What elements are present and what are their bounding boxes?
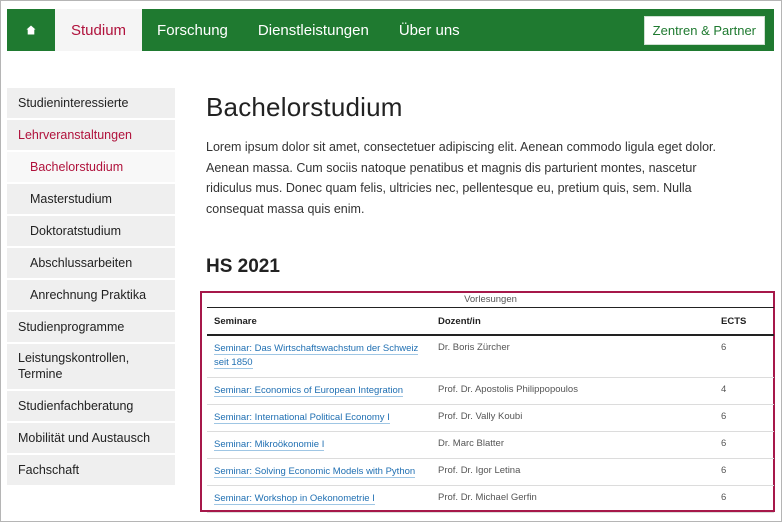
- lecturer-cell: Dr. Boris Zürcher: [431, 334, 714, 378]
- sidebar-item-studieninteressierte[interactable]: Studieninteressierte: [7, 88, 175, 118]
- top-navigation: Studium Forschung Dienstleistungen Über …: [7, 9, 774, 51]
- sidebar-item-fachschaft[interactable]: Fachschaft: [7, 455, 175, 485]
- course-cell: Seminar: Workshop in Oekonometrie I: [207, 485, 431, 513]
- nav-item-ueber-uns[interactable]: Über uns: [384, 9, 475, 51]
- ects-cell: 6: [714, 458, 774, 486]
- table-caption: Vorlesungen: [464, 294, 517, 305]
- table-row: Seminar: International Political Economy…: [207, 404, 774, 432]
- table-row: Seminar: Workshop in Oekonometrie I Prof…: [207, 485, 774, 513]
- course-link[interactable]: Seminar: International Political Economy…: [214, 412, 390, 424]
- nav-item-forschung[interactable]: Forschung: [142, 9, 243, 51]
- sidebar-item-studienprogramme[interactable]: Studienprogramme: [7, 312, 175, 342]
- ects-cell: 6: [714, 485, 774, 513]
- sidebar-item-leistungskontrollen[interactable]: Leistungskontrollen, Termine: [7, 344, 175, 389]
- lead-paragraph: Lorem ipsum dolor sit amet, consectetuer…: [206, 140, 717, 216]
- ects-cell: 6: [714, 404, 774, 432]
- page-title: Bachelorstudium: [206, 92, 403, 122]
- course-link[interactable]: Seminar: Solving Economic Models with Py…: [214, 466, 416, 478]
- courses-table: Vorlesungen Seminare Dozent/in ECTS Semi…: [207, 293, 774, 513]
- nav-item-studium[interactable]: Studium: [55, 9, 143, 51]
- course-link[interactable]: Seminar: Economics of European Integrati…: [214, 385, 404, 397]
- ects-cell: 4: [714, 377, 774, 405]
- zentren-partner-button[interactable]: Zentren & Partner: [643, 15, 765, 45]
- course-cell: Seminar: International Political Economy…: [207, 404, 431, 432]
- course-link[interactable]: Seminar: Mikroökonomie I: [214, 439, 325, 451]
- lecturer-cell: Prof. Dr. Vally Koubi: [431, 404, 714, 432]
- ects-cell: 6: [714, 334, 774, 378]
- sidebar-item-doktoratstudium[interactable]: Doktoratstudium: [7, 216, 175, 246]
- lecturer-cell: Prof. Dr. Michael Gerfin: [431, 485, 714, 513]
- header-dozent: Dozent/in: [438, 315, 481, 327]
- ects-cell: 6: [714, 431, 774, 459]
- course-cell: Seminar: Das Wirtschaftswachstum der Sch…: [207, 334, 431, 378]
- table-row: Seminar: Mikroökonomie I Dr. Marc Blatte…: [207, 431, 774, 459]
- course-link[interactable]: Seminar: Workshop in Oekonometrie I: [214, 493, 375, 505]
- table-header-row: Seminare Dozent/in ECTS: [207, 307, 774, 335]
- sidebar-item-anrechnung-praktika[interactable]: Anrechnung Praktika: [7, 280, 175, 310]
- nav-item-dienstleistungen[interactable]: Dienstleistungen: [243, 9, 384, 51]
- header-seminare: Seminare: [214, 315, 257, 327]
- course-cell: Seminar: Mikroökonomie I: [207, 431, 431, 459]
- table-row: Seminar: Das Wirtschaftswachstum der Sch…: [207, 334, 774, 378]
- home-icon: [26, 25, 36, 35]
- course-cell: Seminar: Economics of European Integrati…: [207, 377, 431, 405]
- sidebar-item-studienfachberatung[interactable]: Studienfachberatung: [7, 391, 175, 421]
- home-button[interactable]: [7, 9, 55, 51]
- sidebar-item-masterstudium[interactable]: Masterstudium: [7, 184, 175, 214]
- lecturer-cell: Dr. Marc Blatter: [431, 431, 714, 459]
- lecturer-cell: Prof. Dr. Igor Letina: [431, 458, 714, 486]
- lecturer-cell: Prof. Dr. Apostolis Philippopoulos: [431, 377, 714, 405]
- main-content: Bachelorstudium Lorem ipsum dolor sit am…: [206, 92, 736, 219]
- course-cell: Seminar: Solving Economic Models with Py…: [207, 458, 431, 486]
- courses-table-container: Vorlesungen Seminare Dozent/in ECTS Semi…: [200, 291, 775, 513]
- header-ects: ECTS: [721, 315, 747, 327]
- sidebar: Studieninteressierte Lehrveranstaltungen…: [7, 88, 175, 487]
- sidebar-item-mobilitaet[interactable]: Mobilität und Austausch: [7, 423, 175, 453]
- sidebar-item-abschlussarbeiten[interactable]: Abschlussarbeiten: [7, 248, 175, 278]
- sidebar-item-lehrveranstaltungen[interactable]: Lehrveranstaltungen: [7, 120, 175, 150]
- sidebar-item-bachelorstudium[interactable]: Bachelorstudium: [7, 152, 175, 182]
- course-link[interactable]: Seminar: Das Wirtschaftswachstum der Sch…: [214, 342, 419, 369]
- table-row: Seminar: Solving Economic Models with Py…: [207, 458, 774, 486]
- table-row: Seminar: Economics of European Integrati…: [207, 377, 774, 405]
- section-title: HS 2021: [206, 256, 280, 277]
